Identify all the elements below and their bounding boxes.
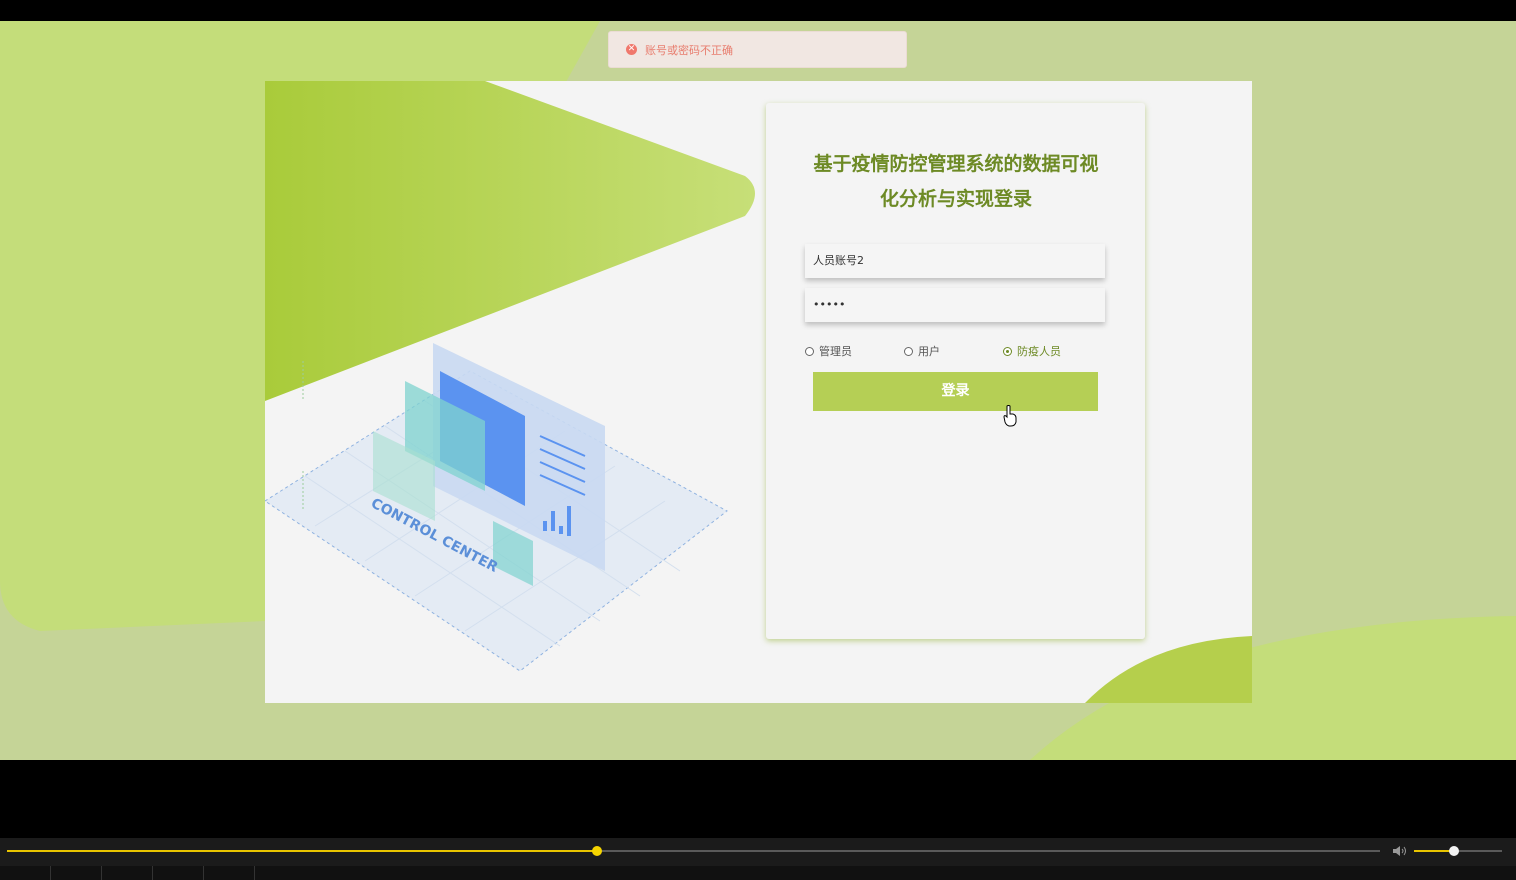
taskbar	[0, 866, 1516, 880]
progress-handle[interactable]	[592, 846, 603, 856]
taskbar-item[interactable]	[204, 866, 255, 880]
page-title: 基于疫情防控管理系统的数据可视化分析与实现登录	[813, 153, 1099, 210]
radio-circle-icon	[1003, 346, 1012, 356]
radio-circle-icon	[805, 346, 814, 356]
login-card: 基于疫情防控管理系统的数据可视化分析与实现登录 人员账号2 ••••• 管理员 …	[766, 103, 1145, 639]
role-radio-user[interactable]: 用户	[904, 343, 940, 359]
username-field[interactable]: 人员账号2	[805, 244, 1105, 278]
taskbar-item[interactable]	[51, 866, 102, 880]
login-page-canvas: CONTROL CENTER 基于疫情防控管理系统的数据可视化分析与实现登录 人…	[265, 81, 1252, 703]
role-radio-admin[interactable]: 管理员	[805, 343, 852, 359]
password-field[interactable]: •••••	[805, 288, 1105, 322]
progress-played	[7, 850, 598, 852]
error-circle-icon: ✕	[626, 44, 637, 55]
role-label: 用户	[918, 345, 940, 358]
error-toast: ✕ 账号或密码不正确	[608, 31, 907, 68]
radio-circle-icon	[904, 346, 913, 356]
role-label: 管理员	[819, 345, 852, 358]
taskbar-item[interactable]	[153, 866, 204, 880]
progress-track[interactable]	[7, 850, 1380, 852]
volume-handle[interactable]	[1448, 846, 1459, 856]
hand-pointer-cursor-icon	[1003, 405, 1017, 427]
volume-level	[1414, 850, 1454, 852]
role-radio-epidemic-staff[interactable]: 防疫人员	[1003, 343, 1061, 359]
top-black-bar	[0, 0, 1516, 21]
volume-icon[interactable]	[1392, 845, 1408, 857]
taskbar-item[interactable]	[0, 866, 51, 880]
error-message: 账号或密码不正确	[645, 44, 733, 57]
taskbar-item[interactable]	[102, 866, 153, 880]
role-label: 防疫人员	[1017, 345, 1061, 358]
video-frame: CONTROL CENTER 基于疫情防控管理系统的数据可视化分析与实现登录 人…	[0, 21, 1516, 760]
login-button[interactable]: 登录	[813, 372, 1098, 411]
